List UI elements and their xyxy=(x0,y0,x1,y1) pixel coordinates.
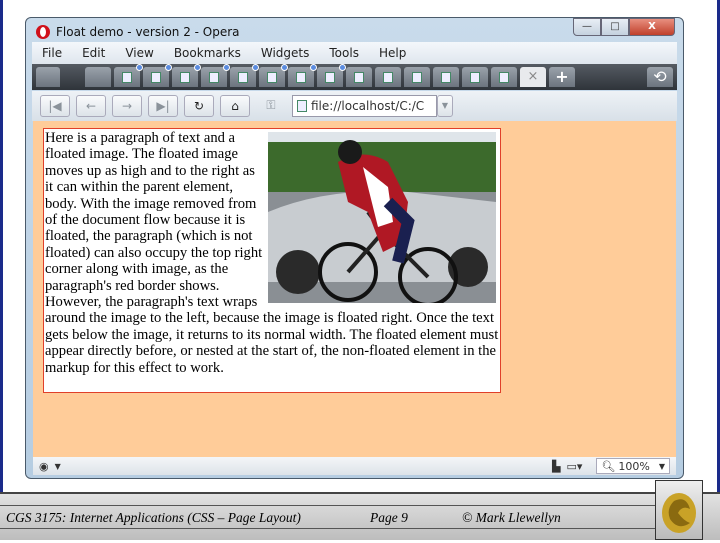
speed-dial-tab[interactable] xyxy=(85,67,111,87)
browser-tab[interactable] xyxy=(317,64,346,87)
zoom-icon: 🔍︎ xyxy=(601,459,616,473)
navigation-bar: |◀ ← → ▶| ↻ ⌂ ⚿ file://localhost/C:/C ▼ xyxy=(32,91,677,121)
trash-closed-tabs-icon[interactable]: ⟲ xyxy=(647,67,673,87)
browser-tab[interactable] xyxy=(172,64,201,87)
page-icon xyxy=(297,100,307,112)
rewind-button[interactable]: |◀ xyxy=(40,95,70,117)
page-icon xyxy=(151,72,161,83)
minimize-button[interactable]: — xyxy=(573,18,601,36)
browser-tab[interactable] xyxy=(288,64,317,87)
floated-paragraph: Here is a paragraph of text and a floate… xyxy=(43,128,501,393)
page-icon xyxy=(122,72,132,83)
browser-tab[interactable] xyxy=(114,64,143,87)
maximize-button[interactable]: □ xyxy=(601,18,629,36)
reload-button[interactable]: ↻ xyxy=(184,95,214,117)
browser-tab[interactable] xyxy=(201,64,230,87)
menu-file[interactable]: File xyxy=(32,46,72,60)
footer-author: © Mark Llewellyn xyxy=(462,510,561,525)
images-icon[interactable]: ▭▾ xyxy=(567,460,583,473)
browser-tab[interactable] xyxy=(375,67,401,87)
tab-bar: × + ⟲ xyxy=(32,64,677,90)
back-button[interactable]: ← xyxy=(76,95,106,117)
loading-dot-icon xyxy=(252,64,259,71)
new-tab-button[interactable]: + xyxy=(549,67,575,87)
opera-unite-icon[interactable]: ◉ xyxy=(39,460,49,473)
slide-footer: CGS 3175: Internet Applications (CSS – P… xyxy=(0,492,720,540)
page-icon xyxy=(383,72,393,83)
page-content: Here is a paragraph of text and a floate… xyxy=(33,121,676,457)
status-bar: ◉ ▼ ▙ ▭▾ 🔍︎ 100% ▼ xyxy=(33,457,676,475)
wand-key-icon[interactable]: ⚿ xyxy=(256,95,286,117)
zoom-level: 100% xyxy=(618,459,650,473)
menu-help[interactable]: Help xyxy=(369,46,416,60)
active-tab-close-button[interactable]: × xyxy=(520,67,546,87)
browser-tab[interactable] xyxy=(462,67,488,87)
footer-course: CGS 3175: Internet Applications (CSS – P… xyxy=(6,510,301,525)
loading-dot-icon xyxy=(310,64,317,71)
zoom-control[interactable]: 🔍︎ 100% ▼ xyxy=(596,458,670,474)
browser-tab[interactable] xyxy=(143,64,172,87)
page-icon xyxy=(296,72,306,83)
address-bar[interactable]: file://localhost/C:/C xyxy=(292,95,437,117)
menu-tools[interactable]: Tools xyxy=(319,46,369,60)
window-title: Float demo - version 2 - Opera xyxy=(56,25,240,39)
status-dropdown[interactable]: ▼ xyxy=(55,462,61,471)
loading-dot-icon xyxy=(339,64,346,71)
address-input[interactable]: file://localhost/C:/C xyxy=(311,99,424,113)
page-icon xyxy=(267,72,277,83)
loading-dot-icon xyxy=(194,64,201,71)
browser-tab[interactable] xyxy=(404,67,430,87)
page-icon xyxy=(412,72,422,83)
opera-logo-icon xyxy=(36,25,50,39)
address-dropdown[interactable]: ▼ xyxy=(437,95,453,117)
zoom-dropdown[interactable]: ▼ xyxy=(659,462,665,471)
home-button[interactable]: ⌂ xyxy=(220,95,250,117)
menu-bookmarks[interactable]: Bookmarks xyxy=(164,46,251,60)
menu-bar: File Edit View Bookmarks Widgets Tools H… xyxy=(32,42,677,64)
browser-tab[interactable] xyxy=(230,64,259,87)
loading-dot-icon xyxy=(136,64,143,71)
browser-tab[interactable] xyxy=(346,67,372,87)
loading-dot-icon xyxy=(223,64,230,71)
loading-dot-icon xyxy=(281,64,288,71)
menu-edit[interactable]: Edit xyxy=(72,46,115,60)
browser-window: Float demo - version 2 - Opera — □ X Fil… xyxy=(25,17,684,479)
page-icon xyxy=(209,72,219,83)
page-icon xyxy=(180,72,190,83)
page-icon xyxy=(238,72,248,83)
forward-button[interactable]: → xyxy=(112,95,142,117)
cyclist-photo xyxy=(268,132,496,303)
browser-tab[interactable] xyxy=(433,67,459,87)
fast-forward-button[interactable]: ▶| xyxy=(148,95,178,117)
page-icon xyxy=(441,72,451,83)
page-icon xyxy=(325,72,335,83)
browser-tab[interactable] xyxy=(491,67,517,87)
panel-toggle-button[interactable] xyxy=(36,67,60,87)
page-icon xyxy=(354,72,364,83)
browser-tab[interactable] xyxy=(259,64,288,87)
footer-page: Page 9 xyxy=(370,510,408,525)
slide-edge-left xyxy=(0,0,3,492)
menu-view[interactable]: View xyxy=(115,46,163,60)
menu-widgets[interactable]: Widgets xyxy=(251,46,320,60)
ucf-pegasus-logo xyxy=(655,480,703,540)
title-bar: Float demo - version 2 - Opera xyxy=(36,22,240,42)
loading-dot-icon xyxy=(165,64,172,71)
page-icon xyxy=(499,72,509,83)
page-icon xyxy=(470,72,480,83)
view-icon[interactable]: ▙ xyxy=(552,460,560,473)
close-button[interactable]: X xyxy=(629,18,675,36)
